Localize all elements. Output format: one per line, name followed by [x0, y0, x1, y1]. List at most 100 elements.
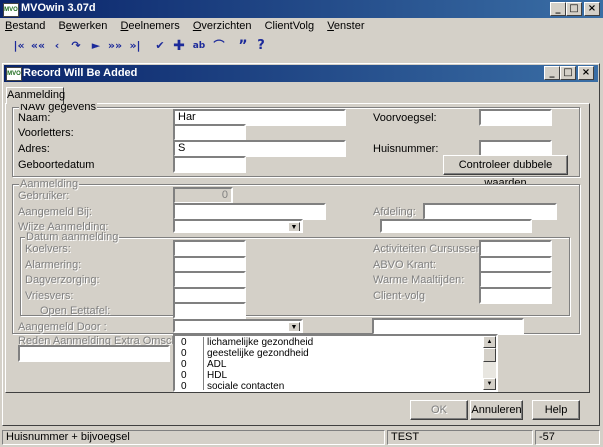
first-record-icon[interactable]: |«	[10, 38, 28, 54]
list-item[interactable]: 0 sociale contacten	[175, 381, 483, 392]
list-item[interactable]: 0 HDL	[175, 370, 483, 381]
warme-maaltijden-input[interactable]	[479, 271, 552, 288]
afdeling-input[interactable]	[423, 203, 557, 220]
koelvers-input[interactable]	[173, 240, 246, 257]
chevron-down-icon[interactable]: ▼	[288, 322, 300, 331]
tab-aanmelding[interactable]: Aanmelding	[6, 87, 65, 104]
menu-venster[interactable]: Venster	[327, 20, 364, 32]
menu-deelnemers[interactable]: Deelnemers	[120, 20, 179, 32]
adres-input[interactable]: S	[173, 140, 346, 157]
huisnummer-label: Huisnummer:	[373, 143, 439, 155]
open-eettafel-label: Open Eettafel:	[40, 305, 111, 317]
list-item-label: ADL	[203, 359, 226, 370]
geboortedatum-label: Geboortedatum	[18, 159, 95, 171]
next-page-icon[interactable]: »»	[106, 38, 124, 54]
aangemeld-door-extra-input[interactable]	[372, 318, 524, 335]
scroll-thumb[interactable]	[483, 348, 496, 362]
check-icon[interactable]: ✔	[151, 38, 169, 54]
dialog-maximize-button[interactable]: □	[560, 66, 576, 80]
menu-clientvolg[interactable]: ClientVolg	[265, 20, 315, 32]
ok-button[interactable]: OK	[410, 400, 468, 420]
close-button[interactable]: ×	[584, 2, 600, 16]
list-item-count: 0	[181, 337, 187, 348]
menu-bestand[interactable]: Bestand	[5, 20, 45, 32]
datum-aanmelding-legend: Datum aanmelding	[25, 231, 120, 243]
app-title-bar: MVO MVOwin 3.07d _ □ ×	[0, 0, 603, 18]
dialog-title-bar: MVO Record Will Be Added _ □ ×	[4, 65, 598, 82]
aangemeld-door-label: Aangemeld Door :	[18, 321, 107, 333]
client-volg-label: Client-volg	[373, 290, 425, 302]
menu-bewerken[interactable]: Bewerken	[58, 20, 107, 32]
maximize-button[interactable]: □	[566, 2, 582, 16]
add-icon[interactable]: ✚	[170, 38, 188, 54]
wijze-extra-input[interactable]	[380, 219, 532, 233]
adres-label: Adres:	[18, 143, 50, 155]
list-item-count: 0	[181, 370, 187, 381]
aangemeld-bij-label: Aangemeld Bij:	[18, 206, 92, 218]
voorvoegsel-input[interactable]	[479, 109, 552, 126]
dialog-title: Record Will Be Added	[23, 67, 138, 79]
list-item[interactable]: 0 geestelijke gezondheid	[175, 348, 483, 359]
list-item-count: 0	[181, 359, 187, 370]
alarmering-label: Alarmering:	[25, 259, 82, 271]
client-volg-input[interactable]	[479, 287, 552, 304]
quote-icon[interactable]: ”	[234, 38, 252, 54]
reden-list[interactable]: 0 lichamelijke gezondheid 0 geestelijke gez…	[173, 334, 498, 392]
find-icon[interactable]: ab	[190, 38, 208, 54]
help-icon[interactable]: ?	[252, 38, 270, 54]
afdeling-label: Afdeling:	[373, 206, 416, 218]
scroll-up-icon[interactable]: ▲	[483, 336, 496, 348]
prev-page-icon[interactable]: ««	[29, 38, 47, 54]
list-scrollbar[interactable]: ▲ ▼	[483, 336, 496, 390]
aangemeld-bij-input[interactable]	[173, 203, 326, 220]
chevron-down-icon[interactable]: ▼	[288, 222, 300, 231]
bookmark-icon[interactable]: ⌒	[210, 38, 228, 54]
help-button[interactable]: Help	[532, 400, 580, 420]
list-item[interactable]: 0 ADL	[175, 359, 483, 370]
annuleren-button[interactable]: Annuleren	[470, 400, 523, 420]
list-item[interactable]: 0 lichamelijke gezondheid	[175, 337, 483, 348]
next-record-icon[interactable]: ►	[87, 38, 105, 54]
geboortedatum-input[interactable]	[173, 156, 246, 173]
voorvoegsel-label: Voorvoegsel:	[373, 112, 437, 124]
reden-list-rows: 0 lichamelijke gezondheid 0 geestelijke gez…	[175, 337, 483, 392]
reden-omschrijving-input[interactable]	[18, 345, 170, 362]
aangemeld-door-combo[interactable]: ▼	[173, 319, 303, 333]
dagverzorging-label: Dagverzorging:	[25, 274, 100, 286]
open-eettafel-input[interactable]	[173, 302, 246, 319]
wijze-aanmelding-combo[interactable]: ▼	[173, 219, 303, 233]
naam-label: Naam:	[18, 112, 51, 124]
prev-record-icon[interactable]: ‹	[48, 38, 66, 54]
dagverzorging-input[interactable]	[173, 271, 246, 288]
warme-maaltijden-label: Warme Maaltijden:	[373, 274, 465, 286]
gebruiker-label: Gebruiker:	[18, 190, 70, 202]
list-item-label: HDL	[203, 370, 227, 381]
koelvers-label: Koelvers:	[25, 243, 71, 255]
activiteiten-cursussen-label: Activiteiten Cursussen:	[373, 243, 485, 255]
dialog-minimize-button[interactable]: _	[544, 66, 560, 80]
refresh-icon[interactable]: ↷	[67, 38, 85, 54]
minimize-button[interactable]: _	[550, 2, 566, 16]
status-hint: Huisnummer + bijvoegsel	[2, 430, 385, 445]
abvo-krant-label: ABVO Krant:	[373, 259, 436, 271]
status-counter: -57	[535, 430, 600, 445]
menu-overzichten[interactable]: Overzichten	[193, 20, 252, 32]
list-item-label: geestelijke gezondheid	[203, 348, 309, 359]
controleer-dubbele-waarden-button[interactable]: Controleer dubbele waarden	[443, 155, 568, 189]
dialog-logo-icon: MVO	[6, 67, 22, 81]
activiteiten-cursussen-input[interactable]	[479, 240, 552, 257]
list-item-count: 0	[181, 348, 187, 359]
list-item-label: lichamelijke gezondheid	[203, 337, 313, 348]
list-item-label: sociale contacten	[203, 381, 284, 390]
list-item-count: 0	[181, 381, 187, 392]
app-title: MVOwin 3.07d	[21, 2, 96, 14]
gebruiker-input[interactable]: 0	[173, 187, 233, 204]
voorletters-input[interactable]	[173, 124, 246, 141]
voorletters-label: Voorletters:	[18, 127, 74, 139]
scroll-down-icon[interactable]: ▼	[483, 378, 496, 390]
last-record-icon[interactable]: »|	[126, 38, 144, 54]
menu-bar: Bestand Bewerken Deelnemers Overzichten …	[5, 20, 375, 34]
status-database: TEST	[387, 430, 533, 445]
aanmelding-legend: Aanmelding	[19, 178, 80, 190]
dialog-close-button[interactable]: ×	[578, 66, 594, 80]
